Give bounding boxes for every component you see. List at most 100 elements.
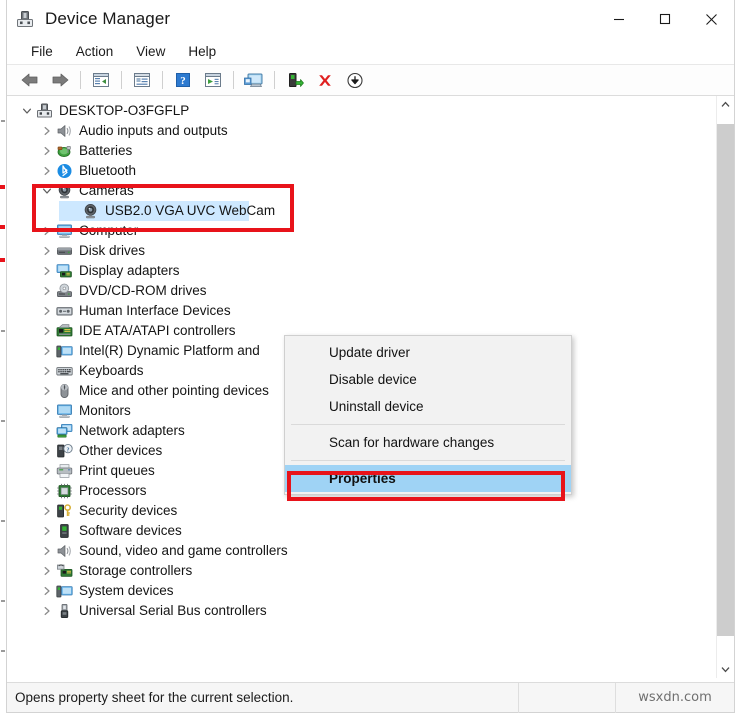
scan-hardware-changes-icon[interactable]: [240, 67, 268, 93]
status-message: Opens property sheet for the current sel…: [7, 690, 518, 705]
minimize-button[interactable]: [596, 0, 642, 38]
chevron-right-icon[interactable]: [39, 243, 55, 259]
tree-row[interactable]: USB2.0 VGA UVC WebCam: [7, 201, 716, 221]
tree-row[interactable]: Universal Serial Bus controllers: [7, 601, 716, 621]
chevron-right-icon[interactable]: [39, 303, 55, 319]
tree-item-label: USB2.0 VGA UVC WebCam: [105, 203, 275, 219]
tree-item-label: Processors: [79, 483, 147, 499]
back-arrow-icon[interactable]: [16, 67, 44, 93]
processor-icon: [56, 483, 73, 499]
scroll-down-button[interactable]: [717, 661, 734, 678]
update-driver-icon[interactable]: [199, 67, 227, 93]
toolbar: ?: [7, 65, 734, 96]
close-button[interactable]: [688, 0, 734, 38]
chevron-right-icon[interactable]: [39, 403, 55, 419]
tree-item-label: IDE ATA/ATAPI controllers: [79, 323, 236, 339]
tree-row[interactable]: Batteries: [7, 141, 716, 161]
forward-arrow-icon[interactable]: [46, 67, 74, 93]
disk-drive-icon: [56, 243, 73, 259]
chevron-down-icon[interactable]: [19, 103, 35, 119]
storage-controller-icon: [56, 563, 73, 579]
chevron-right-icon[interactable]: [39, 143, 55, 159]
chevron-right-icon[interactable]: [39, 383, 55, 399]
chevron-down-icon[interactable]: [39, 183, 55, 199]
monitor-icon: [56, 403, 73, 419]
toolbar-separator: [80, 71, 81, 89]
svg-text:?: ?: [180, 75, 186, 87]
chevron-right-icon[interactable]: [39, 223, 55, 239]
camera-icon: [82, 203, 99, 219]
tree-row[interactable]: DVD/CD-ROM drives: [7, 281, 716, 301]
disable-device-icon[interactable]: [341, 67, 369, 93]
scrollbar-thumb[interactable]: [717, 124, 734, 636]
menu-file[interactable]: File: [21, 42, 64, 61]
tree-row[interactable]: Security devices: [7, 501, 716, 521]
menu-help[interactable]: Help: [178, 42, 227, 61]
context-menu-item[interactable]: Scan for hardware changes: [285, 429, 571, 456]
chevron-right-icon[interactable]: [39, 603, 55, 619]
title-bar: Device Manager: [7, 0, 734, 38]
help-icon[interactable]: ?: [169, 67, 197, 93]
tree-item-label: Display adapters: [79, 263, 180, 279]
other-device-icon: ?: [56, 443, 73, 459]
security-device-icon: [56, 503, 73, 519]
chevron-right-icon[interactable]: [39, 283, 55, 299]
tree-row[interactable]: Cameras: [7, 181, 716, 201]
speaker-icon: [56, 123, 73, 139]
tree-row[interactable]: Human Interface Devices: [7, 301, 716, 321]
tree-row[interactable]: Disk drives: [7, 241, 716, 261]
menu-view[interactable]: View: [126, 42, 176, 61]
chevron-right-icon[interactable]: [39, 363, 55, 379]
context-menu-item[interactable]: Properties: [285, 465, 571, 492]
tree-item-label: Keyboards: [79, 363, 144, 379]
show-hide-console-tree-icon[interactable]: [87, 67, 115, 93]
chevron-right-icon[interactable]: [39, 483, 55, 499]
chevron-right-icon[interactable]: [39, 463, 55, 479]
chevron-right-icon[interactable]: [39, 263, 55, 279]
chevron-right-icon[interactable]: [39, 423, 55, 439]
context-menu-item[interactable]: Update driver: [285, 339, 571, 366]
context-menu-item[interactable]: Disable device: [285, 366, 571, 393]
enable-device-icon[interactable]: [281, 67, 309, 93]
tree-row[interactable]: Software devices: [7, 521, 716, 541]
tree-row[interactable]: Sound, video and game controllers: [7, 541, 716, 561]
tree-item-label: Disk drives: [79, 243, 145, 259]
scroll-up-button[interactable]: [717, 96, 734, 113]
chevron-right-icon[interactable]: [39, 443, 55, 459]
chevron-right-icon[interactable]: [39, 323, 55, 339]
tree-row[interactable]: Bluetooth: [7, 161, 716, 181]
status-bar: Opens property sheet for the current sel…: [7, 682, 734, 712]
chevron-right-icon[interactable]: [39, 343, 55, 359]
tree-row[interactable]: Display adapters: [7, 261, 716, 281]
battery-icon: [56, 143, 73, 159]
chevron-right-icon[interactable]: [39, 583, 55, 599]
context-menu-item[interactable]: Uninstall device: [285, 393, 571, 420]
system-device-icon: [56, 583, 73, 599]
tree-row[interactable]: Computer: [7, 221, 716, 241]
menu-separator: [291, 460, 565, 461]
tree-row[interactable]: Audio inputs and outputs: [7, 121, 716, 141]
software-device-icon: [56, 523, 73, 539]
tree-root-row[interactable]: DESKTOP-O3FGFLP: [7, 101, 716, 121]
chevron-right-icon[interactable]: [39, 123, 55, 139]
uninstall-device-icon[interactable]: [311, 67, 339, 93]
context-menu: Update driverDisable deviceUninstall dev…: [284, 335, 572, 495]
menu-bar: File Action View Help: [7, 38, 734, 65]
chevron-right-icon[interactable]: [39, 163, 55, 179]
maximize-button[interactable]: [642, 0, 688, 38]
tree-row[interactable]: System devices: [7, 581, 716, 601]
menu-action[interactable]: Action: [66, 42, 125, 61]
chevron-right-icon[interactable]: [39, 523, 55, 539]
usb-controller-icon: [56, 603, 73, 619]
toolbar-separator: [162, 71, 163, 89]
tree-item-label: System devices: [79, 583, 174, 599]
toolbar-separator: [274, 71, 275, 89]
chevron-right-icon[interactable]: [39, 503, 55, 519]
chevron-right-icon[interactable]: [39, 563, 55, 579]
tree-item-label: Monitors: [79, 403, 131, 419]
chevron-right-icon[interactable]: [39, 543, 55, 559]
vertical-scrollbar[interactable]: [716, 96, 734, 678]
tree-item-label: Mice and other pointing devices: [79, 383, 269, 399]
properties-icon[interactable]: [128, 67, 156, 93]
tree-row[interactable]: Storage controllers: [7, 561, 716, 581]
